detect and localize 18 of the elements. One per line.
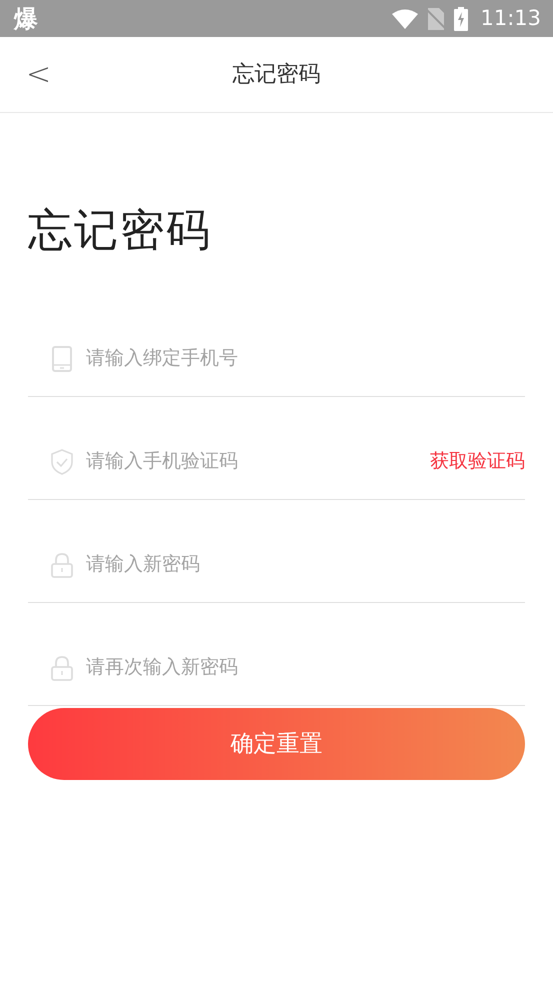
no-sim-icon — [426, 8, 446, 30]
input-field[interactable]: 请输入手机验证码 — [86, 446, 430, 475]
input-field[interactable]: 请再次输入新密码 — [86, 652, 525, 681]
back-button[interactable]: < — [18, 56, 60, 94]
input-field[interactable]: 请输入新密码 — [86, 550, 525, 578]
clock-time: 11:13 — [480, 8, 541, 29]
reset-button[interactable]: 确定重置 — [28, 708, 525, 780]
app-notification-icon: 爆 — [14, 6, 38, 30]
get-code-link[interactable]: 获取验证码 — [430, 446, 525, 475]
phone-icon — [50, 346, 74, 372]
lock-icon — [50, 655, 74, 681]
lock-icon — [50, 552, 74, 578]
shield-icon — [50, 449, 74, 475]
heading: 忘记密码 — [28, 204, 213, 258]
page-title: 忘记密码 — [232, 61, 320, 89]
input-field[interactable]: 请输入绑定手机号 — [86, 344, 525, 372]
battery-icon — [454, 6, 468, 30]
wifi-icon — [392, 8, 418, 28]
